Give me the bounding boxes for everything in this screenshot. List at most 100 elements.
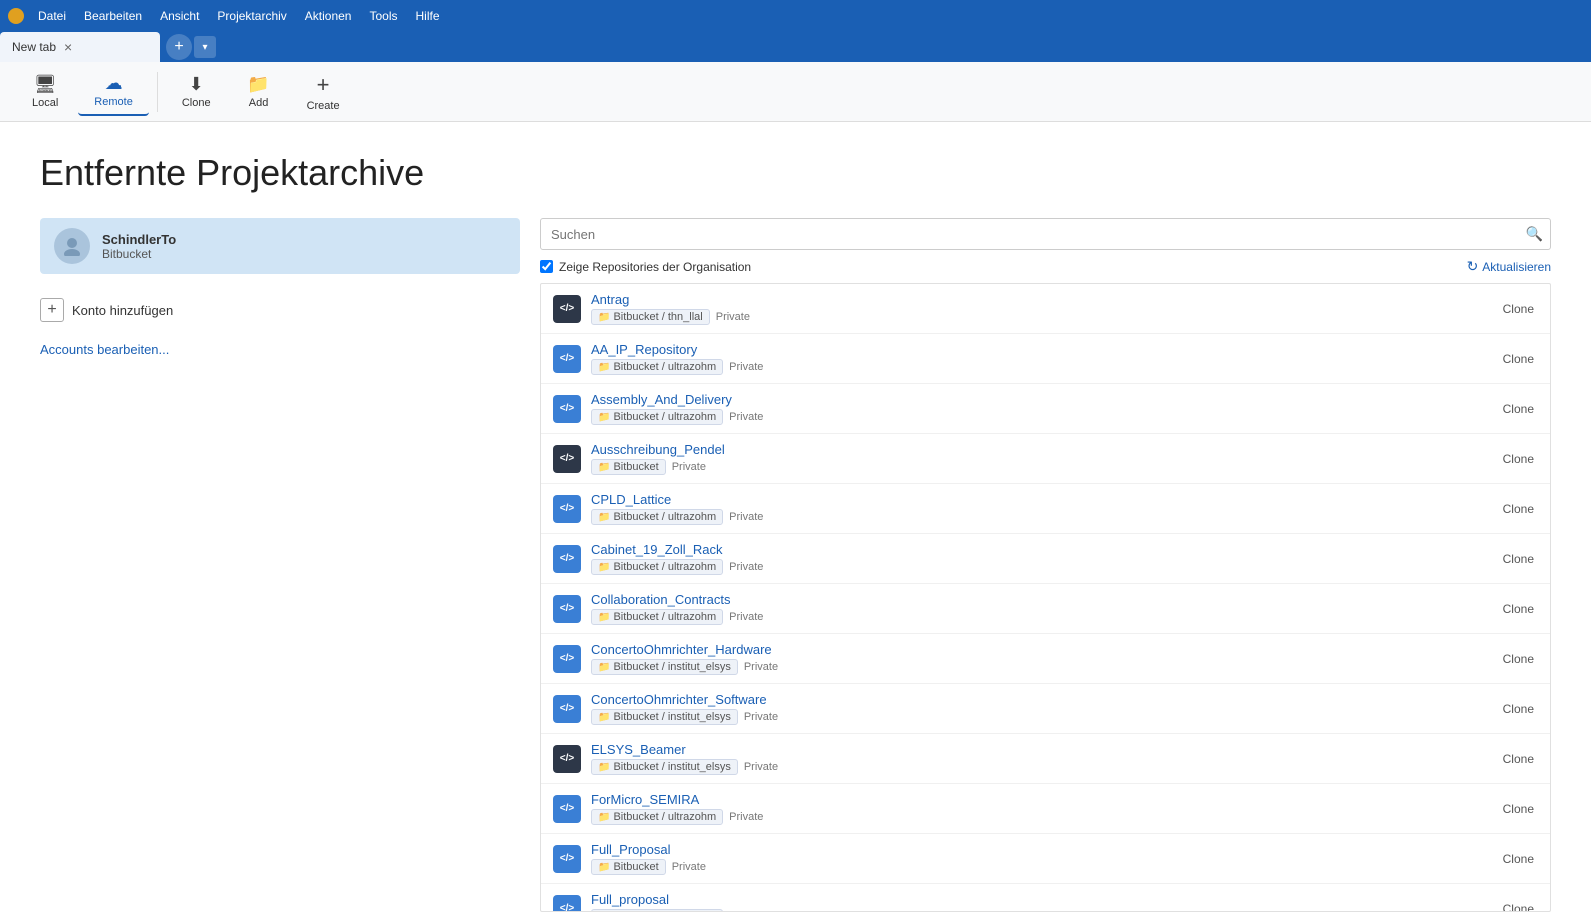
repo-privacy: Private [729, 811, 763, 823]
repo-privacy: Private [729, 561, 763, 573]
repo-type-icon: </> [553, 545, 581, 573]
repo-type-icon: </> [553, 645, 581, 673]
tab-label: New tab [12, 40, 56, 54]
clone-button[interactable]: Clone [1499, 650, 1538, 668]
toolbar-remote[interactable]: ☁ Remote [78, 67, 149, 116]
repo-info: CPLD_Lattice 📁Bitbucket / ultrazohm Priv… [591, 492, 1489, 525]
repo-name[interactable]: ForMicro_SEMIRA [591, 792, 1489, 807]
folder-icon: 📁 [598, 462, 610, 473]
clone-button[interactable]: Clone [1499, 500, 1538, 518]
repo-meta: 📁Bitbucket / ultrazohm Private [591, 509, 1489, 525]
clone-button[interactable]: Clone [1499, 800, 1538, 818]
toolbar-local[interactable]: 🖥 Local [16, 68, 74, 115]
repo-type-icon: </> [553, 845, 581, 873]
clone-button[interactable]: Clone [1499, 900, 1538, 912]
repo-path: 📁Bitbucket / ultrazohm [591, 359, 723, 375]
clone-button[interactable]: Clone [1499, 550, 1538, 568]
tab-new[interactable]: New tab × [0, 32, 160, 62]
clone-button[interactable]: Clone [1499, 700, 1538, 718]
clone-icon: ⬇ [189, 74, 204, 95]
add-icon: + [40, 298, 64, 322]
repo-info: Cabinet_19_Zoll_Rack 📁Bitbucket / ultraz… [591, 542, 1489, 575]
repo-name[interactable]: Full_Proposal [591, 842, 1489, 857]
repo-meta: 📁Bitbucket / ultrazohm Private [591, 609, 1489, 625]
repo-info: ELSYS_Beamer 📁Bitbucket / institut_elsys… [591, 742, 1489, 775]
menu-ansicht[interactable]: Ansicht [152, 5, 207, 27]
repo-name[interactable]: Assembly_And_Delivery [591, 392, 1489, 407]
repo-meta: 📁Bitbucket / thn_llal Private [591, 309, 1489, 325]
folder-icon: 📁 [598, 362, 610, 373]
repo-path: 📁Bitbucket / ultrazohm [591, 559, 723, 575]
edit-accounts-link[interactable]: Accounts bearbeiten... [40, 342, 169, 357]
repo-name[interactable]: ConcertoOhmrichter_Hardware [591, 642, 1489, 657]
clone-button[interactable]: Clone [1499, 600, 1538, 618]
create-icon: + [317, 72, 330, 98]
folder-icon: 📁 [598, 512, 610, 523]
menu-datei[interactable]: Datei [30, 5, 74, 27]
toolbar-create[interactable]: + Create [291, 66, 356, 118]
menu-bearbeiten[interactable]: Bearbeiten [76, 5, 150, 27]
repo-type-icon: </> [553, 345, 581, 373]
add-account-button[interactable]: + Konto hinzufügen [40, 290, 520, 330]
repo-path: 📁Bitbucket / ultrazohm [591, 809, 723, 825]
repo-meta: 📁Bitbucket / institut_elsys Private [591, 759, 1489, 775]
account-provider: Bitbucket [102, 247, 176, 261]
repo-name[interactable]: ConcertoOhmrichter_Software [591, 692, 1489, 707]
repo-path: 📁Bitbucket / institut_elsys [591, 659, 738, 675]
repo-name[interactable]: Cabinet_19_Zoll_Rack [591, 542, 1489, 557]
repo-meta: 📁Bitbucket Private [591, 859, 1489, 875]
search-input[interactable] [540, 218, 1551, 250]
repo-type-icon: </> [553, 395, 581, 423]
repo-info: ConcertoOhmrichter_Software 📁Bitbucket /… [591, 692, 1489, 725]
repo-name[interactable]: Full_proposal [591, 892, 1489, 907]
local-icon: 🖥 [34, 74, 57, 95]
toolbar-separator-1 [157, 72, 158, 112]
repo-info: Ausschreibung_Pendel 📁Bitbucket Private [591, 442, 1489, 475]
refresh-button[interactable]: ↻ Aktualisieren [1467, 258, 1551, 275]
repo-type-icon: </> [553, 295, 581, 323]
toolbar-remote-label: Remote [94, 96, 133, 108]
account-item[interactable]: SchindlerTo Bitbucket [40, 218, 520, 274]
menu-tools[interactable]: Tools [361, 5, 405, 27]
folder-icon: 📁 [598, 762, 610, 773]
repo-name[interactable]: AA_IP_Repository [591, 342, 1489, 357]
toolbar-clone[interactable]: ⬇ Clone [166, 68, 227, 115]
clone-button[interactable]: Clone [1499, 450, 1538, 468]
repo-name[interactable]: CPLD_Lattice [591, 492, 1489, 507]
clone-button[interactable]: Clone [1499, 350, 1538, 368]
folder-icon: 📁 [598, 862, 610, 873]
clone-button[interactable]: Clone [1499, 850, 1538, 868]
list-item: </> ConcertoOhmrichter_Hardware 📁Bitbuck… [541, 634, 1550, 684]
repository-list: </> Antrag 📁Bitbucket / thn_llal Private… [540, 283, 1551, 912]
list-item: </> ELSYS_Beamer 📁Bitbucket / institut_e… [541, 734, 1550, 784]
menu-aktionen[interactable]: Aktionen [297, 5, 360, 27]
repo-name[interactable]: ELSYS_Beamer [591, 742, 1489, 757]
menu-hilfe[interactable]: Hilfe [408, 5, 448, 27]
repo-type-icon: </> [553, 445, 581, 473]
clone-button[interactable]: Clone [1499, 750, 1538, 768]
org-filter-checkbox[interactable] [540, 260, 553, 273]
repo-privacy: Private [716, 311, 750, 323]
tab-close-button[interactable]: × [64, 40, 72, 54]
menu-projektarchiv[interactable]: Projektarchiv [209, 5, 294, 27]
repo-privacy: Private [672, 861, 706, 873]
toolbar-add[interactable]: 📁 Add [231, 68, 287, 115]
list-item: </> ConcertoOhmrichter_Software 📁Bitbuck… [541, 684, 1550, 734]
repo-info: Antrag 📁Bitbucket / thn_llal Private [591, 292, 1489, 325]
repo-name[interactable]: Antrag [591, 292, 1489, 307]
new-tab-button[interactable]: + [166, 34, 192, 60]
add-icon: 📁 [247, 74, 269, 95]
clone-button[interactable]: Clone [1499, 400, 1538, 418]
search-icon: 🔍 [1526, 226, 1543, 243]
toolbar: 🖥 Local ☁ Remote ⬇ Clone 📁 Add + Create [0, 62, 1591, 122]
repo-privacy: Private [729, 611, 763, 623]
list-item: </> Ausschreibung_Pendel 📁Bitbucket Priv… [541, 434, 1550, 484]
repo-name[interactable]: Ausschreibung_Pendel [591, 442, 1489, 457]
tab-dropdown-button[interactable]: ▾ [194, 36, 216, 58]
account-name: SchindlerTo [102, 232, 176, 247]
repo-info: Full_proposal 📁Bitbucket / ultrazohm Pri… [591, 892, 1489, 912]
clone-button[interactable]: Clone [1499, 300, 1538, 318]
repo-name[interactable]: Collaboration_Contracts [591, 592, 1489, 607]
repo-info: ForMicro_SEMIRA 📁Bitbucket / ultrazohm P… [591, 792, 1489, 825]
avatar [54, 228, 90, 264]
